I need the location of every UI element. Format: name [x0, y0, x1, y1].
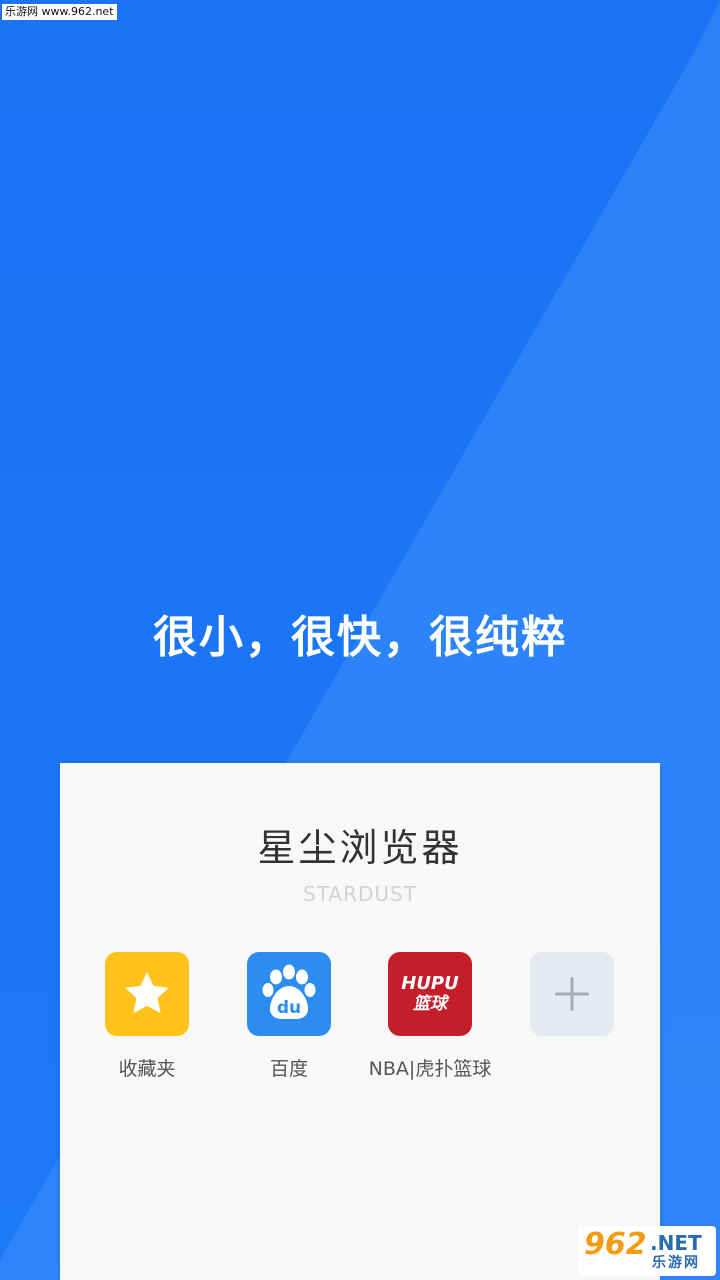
baidu-tile[interactable]: du	[247, 952, 331, 1036]
app-subtitle: STARDUST	[303, 882, 417, 906]
shortcut-label: NBA|虎扑篮球	[368, 1058, 492, 1080]
plus-icon	[555, 977, 589, 1011]
shortcut-label: 收藏夹	[118, 1058, 176, 1080]
star-icon	[125, 971, 169, 1014]
splash-screen: 乐游网 www.962.net 很小，很快，很纯粹 星尘浏览器 STARDUST…	[0, 0, 720, 1280]
favorites-tile[interactable]	[105, 952, 189, 1036]
app-name: 星尘浏览器	[257, 826, 463, 870]
baidu-icon-text: du	[277, 998, 301, 1018]
shortcut-hupu[interactable]: HUPU 篮球 NBA|虎扑篮球	[355, 952, 505, 1084]
slogan: 很小，很快，很纯粹	[153, 612, 567, 663]
watermark-bottom: 962 .NET 乐游网	[578, 1226, 716, 1276]
shortcut-label: 百度	[269, 1058, 308, 1080]
shortcut-favorites[interactable]: 收藏夹	[72, 952, 222, 1084]
hupu-logo-subtext: 篮球	[413, 994, 447, 1014]
watermark-cn: 乐游网	[652, 1255, 700, 1271]
watermark-logo: 962	[584, 1227, 647, 1262]
hupu-tile[interactable]: HUPU 篮球	[388, 952, 472, 1036]
shortcut-add[interactable]	[497, 952, 647, 1036]
baidu-paw-icon: du	[262, 964, 316, 1019]
add-shortcut-button[interactable]	[530, 952, 614, 1036]
watermark-suffix: .NET	[650, 1231, 702, 1255]
hupu-logo-icon: HUPU	[401, 973, 459, 994]
watermark-top: 乐游网 www.962.net	[2, 4, 117, 20]
shortcut-baidu[interactable]: du 百度	[214, 952, 364, 1084]
